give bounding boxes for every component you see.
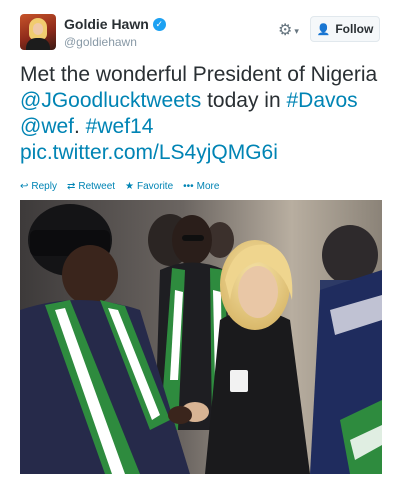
tweet-header: Goldie Hawn ✓ @goldiehawn ⚙ ▾ 👤 Follow <box>20 14 382 54</box>
follow-button[interactable]: 👤 Follow <box>310 16 380 42</box>
user-actions-dropdown[interactable]: ⚙ ▾ <box>278 20 299 42</box>
hashtag-wef14-link[interactable]: #wef14 <box>86 115 154 138</box>
follow-label: Follow <box>335 22 374 36</box>
verified-check-icon: ✓ <box>152 17 166 31</box>
follow-user-icon: 👤 <box>316 23 331 36</box>
mention-wef-link[interactable]: @wef <box>20 115 74 138</box>
display-name[interactable]: Goldie Hawn <box>64 16 149 32</box>
reply-icon: ↩ <box>20 181 29 192</box>
star-icon: ★ <box>125 181 135 192</box>
mention-link[interactable]: @JGoodlucktweets <box>20 89 201 112</box>
reply-label: Reply <box>31 181 57 192</box>
tweet-photo[interactable] <box>20 200 382 474</box>
more-button[interactable]: ••• More <box>183 181 219 192</box>
author-name-row: Goldie Hawn ✓ <box>64 16 166 32</box>
hashtag-davos-link[interactable]: #Davos <box>286 89 357 112</box>
avatar[interactable] <box>20 14 56 50</box>
photo-illustration <box>20 200 382 474</box>
retweet-icon: ⇄ <box>66 181 76 192</box>
author-handle[interactable]: @goldiehawn <box>64 35 137 49</box>
more-dots-icon: ••• <box>183 181 194 192</box>
more-label: More <box>196 181 220 192</box>
reply-button[interactable]: ↩ Reply <box>20 181 57 192</box>
favorite-button[interactable]: ★ Favorite <box>125 181 173 192</box>
chevron-down-icon: ▾ <box>294 25 299 36</box>
retweet-label: Retweet <box>78 181 116 192</box>
tweet-text-part: Met the wonderful President of Nigeria <box>20 63 378 86</box>
favorite-label: Favorite <box>137 181 174 192</box>
pic-link[interactable]: pic.twitter.com/LS4yjQMG6i <box>20 141 278 164</box>
gear-icon: ⚙ <box>278 22 293 39</box>
tweet-text-part: today in <box>201 89 287 112</box>
tweet-text: Met the wonderful President of Nigeria @… <box>20 63 378 164</box>
tweet-actions: ↩ Reply ⇄ Retweet ★ Favorite ••• More <box>20 181 229 192</box>
retweet-button[interactable]: ⇄ Retweet <box>67 181 115 192</box>
